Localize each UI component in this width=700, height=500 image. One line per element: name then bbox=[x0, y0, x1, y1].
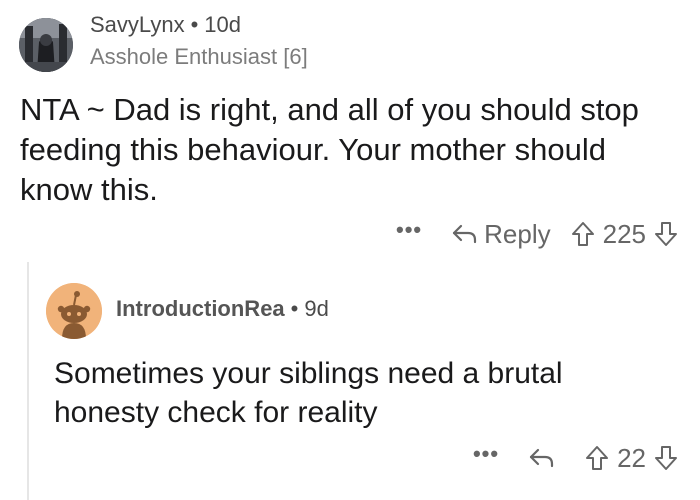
comment-meta: SavyLynx • 10d bbox=[90, 12, 241, 38]
avatar[interactable] bbox=[19, 18, 73, 72]
meta-separator: • bbox=[290, 296, 299, 321]
comment-age: 10d bbox=[204, 12, 241, 37]
comment-actions: ••• Reply 225 bbox=[396, 214, 678, 254]
reply-author-name[interactable]: IntroductionRea bbox=[116, 296, 285, 321]
downvote-icon[interactable] bbox=[654, 221, 678, 247]
comment: SavyLynx • 10d Asshole Enthusiast [6] NTA … bbox=[0, 0, 700, 260]
reply-body: Sometimes your siblings need a brutal ho… bbox=[54, 357, 563, 429]
reply-label: Reply bbox=[484, 218, 551, 249]
user-flair: Asshole Enthusiast [6] bbox=[90, 44, 308, 69]
vote-controls: 225 bbox=[571, 219, 678, 250]
reply-age: 9d bbox=[304, 296, 329, 321]
reply-icon bbox=[529, 448, 554, 468]
vote-score: 22 bbox=[617, 442, 646, 473]
vote-controls: 22 bbox=[585, 443, 678, 474]
comment-body: NTA ~ Dad is right, and all of you shoul… bbox=[20, 92, 639, 207]
upvote-icon[interactable] bbox=[571, 221, 595, 247]
more-options-button[interactable]: ••• bbox=[473, 441, 499, 467]
avatar-image-icon bbox=[19, 18, 73, 72]
reply-button[interactable] bbox=[529, 447, 555, 469]
author-name[interactable]: SavyLynx bbox=[90, 12, 185, 37]
reply-button[interactable]: Reply bbox=[452, 218, 551, 250]
snoo-avatar-icon bbox=[46, 283, 102, 339]
reply-icon bbox=[453, 224, 477, 244]
snoo-avatar[interactable] bbox=[46, 283, 102, 339]
downvote-icon[interactable] bbox=[654, 445, 678, 471]
reply-actions: ••• 22 bbox=[473, 438, 678, 478]
reply-meta: IntroductionRea • 9d bbox=[116, 296, 329, 322]
upvote-icon[interactable] bbox=[585, 445, 609, 471]
thread-line[interactable] bbox=[27, 262, 29, 500]
meta-separator: • bbox=[190, 12, 199, 37]
vote-score: 225 bbox=[602, 218, 646, 249]
more-options-button[interactable]: ••• bbox=[396, 217, 422, 243]
